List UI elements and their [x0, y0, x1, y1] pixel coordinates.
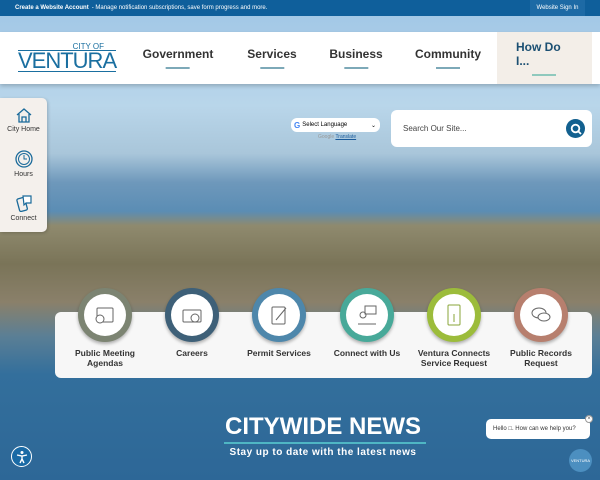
nav-label: Business — [329, 47, 383, 61]
quick-link-connect-with-us[interactable]: Connect with Us — [322, 288, 412, 358]
nav-label: Government — [142, 47, 214, 61]
badge-text: VENTURA — [570, 458, 591, 463]
quick-link-label: Ventura Connects Service Request — [417, 348, 491, 368]
search-input[interactable]: Search Our Site... — [403, 124, 467, 133]
nav-how-do-i[interactable]: How Do I... — [516, 32, 572, 84]
google-translate-credit: Google Translate — [318, 134, 357, 140]
top-bar: Create a Website Account - Manage notifi… — [0, 0, 600, 16]
home-icon — [16, 108, 31, 123]
clipboard-pen-icon — [271, 306, 287, 325]
create-account-link[interactable]: Create a Website Account — [15, 5, 89, 11]
clock-icon — [14, 150, 33, 168]
search-icon — [570, 123, 582, 135]
account-description: - Manage notification subscriptions, sav… — [91, 5, 268, 11]
language-select[interactable]: G Select Language ⌄ — [291, 118, 380, 132]
quick-link-circle — [427, 288, 481, 342]
nav-business[interactable]: Business — [329, 32, 383, 84]
connect-phone-icon — [15, 195, 32, 212]
sidebar-item-connect[interactable]: Connect — [0, 194, 47, 222]
sidebar-label: Hours — [14, 171, 33, 178]
quick-link-circle — [514, 288, 568, 342]
google-g-icon: G — [294, 120, 301, 130]
accessibility-button[interactable] — [11, 446, 32, 467]
quick-link-circle — [340, 288, 394, 342]
quick-link-label: Public Records Request — [510, 348, 572, 368]
quick-link-public-records-request[interactable]: Public Records Request — [496, 288, 586, 368]
accessibility-icon — [16, 450, 27, 463]
briefcase-search-icon — [182, 309, 202, 323]
calendar-clock-icon — [95, 307, 114, 324]
quick-link-public-meeting-agendas[interactable]: Public Meeting Agendas — [60, 288, 150, 368]
nav-label: Community — [415, 47, 481, 61]
quick-link-label: Connect with Us — [333, 348, 401, 358]
quick-link-circle — [252, 288, 306, 342]
citywide-news-subtitle: Stay up to date with the latest news — [229, 447, 417, 458]
quick-link-circle — [78, 288, 132, 342]
logo-name: VENTURA — [18, 48, 117, 73]
person-chat-icon — [358, 305, 377, 325]
sidebar: City Home Hours Connect — [0, 98, 47, 232]
search-box[interactable]: Search Our Site... — [391, 110, 592, 147]
quick-link-permit-services[interactable]: Permit Services — [234, 288, 324, 358]
chat-greeting: Hello □. How can we help you? — [493, 426, 576, 432]
translate-link[interactable]: Translate — [335, 134, 356, 140]
website-sign-in-button[interactable]: Website Sign In — [530, 0, 585, 16]
city-logo[interactable]: CITY OF VENTURA — [18, 42, 117, 74]
ventura-chat-badge[interactable]: VENTURA — [569, 449, 592, 472]
quick-link-careers[interactable]: Careers — [147, 288, 237, 358]
speech-bubbles-icon — [531, 307, 551, 322]
nav-label: Services — [247, 47, 297, 61]
quick-link-label: Careers — [176, 348, 208, 358]
quick-link-ventura-connects-service-request[interactable]: Ventura Connects Service Request — [409, 288, 499, 368]
language-select-label: Select Language — [302, 122, 348, 128]
sidebar-label: City Home — [7, 126, 40, 133]
nav-label: How Do I... — [516, 40, 561, 68]
nav-government[interactable]: Government — [142, 32, 214, 84]
quick-link-label: Permit Services — [247, 348, 311, 358]
chevron-down-icon: ⌄ — [370, 122, 376, 129]
sidebar-label: Connect — [10, 215, 37, 222]
chat-close-button[interactable]: × — [585, 415, 593, 423]
quick-link-label: Public Meeting Agendas — [75, 348, 135, 368]
quick-link-circle — [165, 288, 219, 342]
sidebar-item-city-home[interactable]: City Home — [0, 107, 47, 133]
tablet-touch-icon — [447, 304, 461, 326]
nav-services[interactable]: Services — [247, 32, 297, 84]
title-underline — [224, 442, 426, 444]
sidebar-item-hours[interactable]: Hours — [0, 150, 47, 178]
chat-bubble[interactable]: Hello □. How can we help you? — [486, 419, 590, 439]
search-button[interactable] — [566, 119, 585, 138]
nav-community[interactable]: Community — [415, 32, 481, 84]
